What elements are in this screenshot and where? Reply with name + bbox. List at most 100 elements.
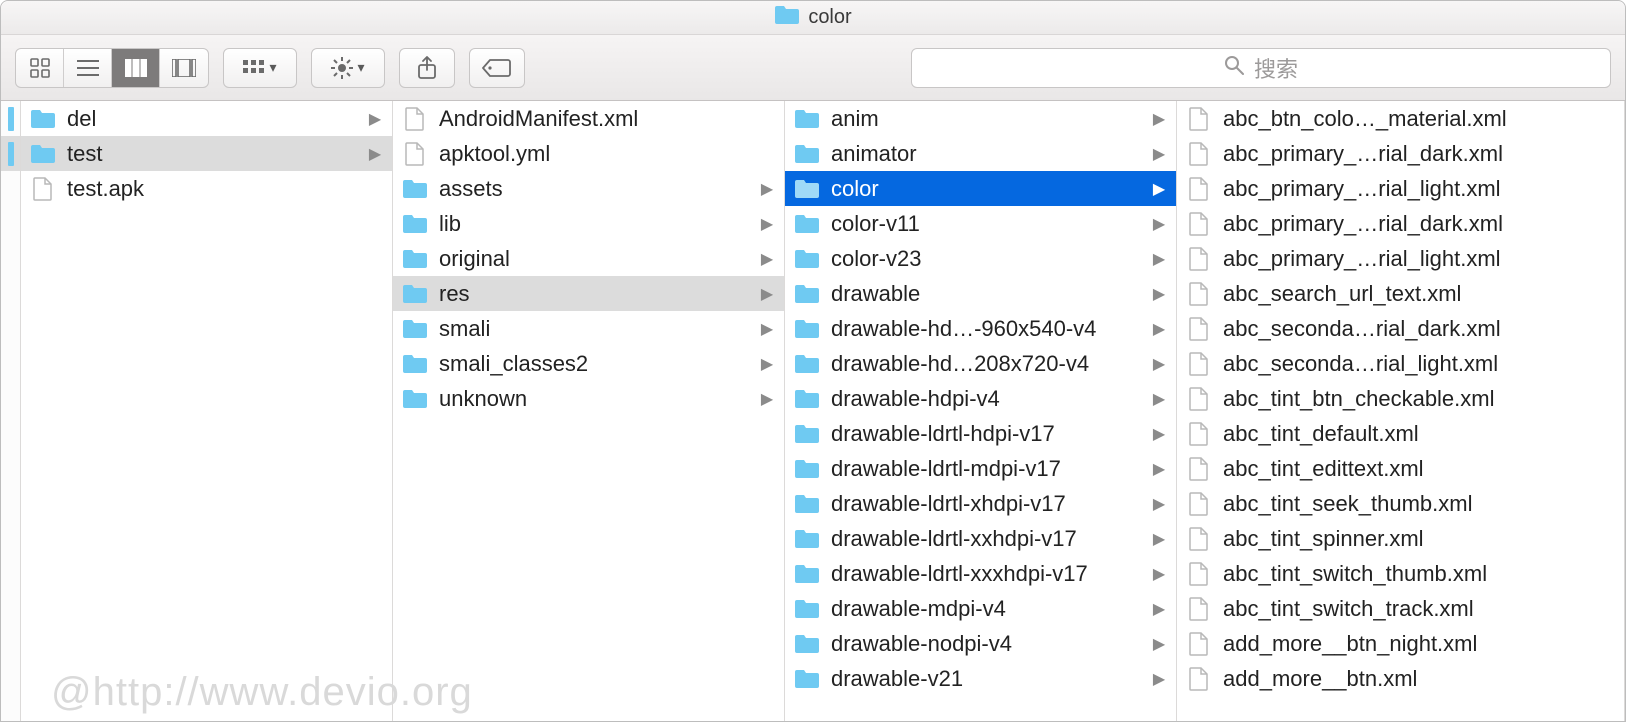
item-label: drawable-hd…-960x540-v4: [831, 316, 1142, 342]
folder-icon: [401, 389, 429, 409]
list-item[interactable]: drawable-ldrtl-xhdpi-v17▶: [785, 486, 1176, 521]
chevron-right-icon: ▶: [1152, 599, 1166, 619]
list-item[interactable]: animator▶: [785, 136, 1176, 171]
list-item[interactable]: add_more__btn_night.xml: [1177, 626, 1624, 661]
list-item[interactable]: abc_primary_…rial_dark.xml: [1177, 206, 1624, 241]
item-label: add_more__btn.xml: [1223, 666, 1614, 692]
item-label: abc_tint_default.xml: [1223, 421, 1614, 447]
folder-icon: [401, 249, 429, 269]
file-icon: [1185, 632, 1213, 656]
list-item[interactable]: AndroidManifest.xml: [393, 101, 784, 136]
list-item[interactable]: abc_tint_btn_checkable.xml: [1177, 381, 1624, 416]
file-icon: [1185, 562, 1213, 586]
item-label: drawable-hdpi-v4: [831, 386, 1142, 412]
list-item[interactable]: abc_tint_switch_thumb.xml: [1177, 556, 1624, 591]
item-label: color-v11: [831, 211, 1142, 237]
list-item[interactable]: abc_primary_…rial_light.xml: [1177, 171, 1624, 206]
list-item[interactable]: unknown▶: [393, 381, 784, 416]
chevron-right-icon: ▶: [1152, 354, 1166, 374]
item-label: abc_tint_edittext.xml: [1223, 456, 1614, 482]
chevron-right-icon: ▶: [1152, 249, 1166, 269]
list-item[interactable]: drawable-v21 ▶: [785, 661, 1176, 696]
list-item[interactable]: add_more__btn.xml: [1177, 661, 1624, 696]
tags-button[interactable]: [469, 48, 525, 88]
file-icon: [1185, 422, 1213, 446]
finder-window: color ▾ ▾: [0, 0, 1626, 722]
folder-icon: [793, 319, 821, 339]
list-item[interactable]: drawable-mdpi-v4 ▶: [785, 591, 1176, 626]
folder-icon: [793, 179, 821, 199]
list-item[interactable]: abc_tint_seek_thumb.xml: [1177, 486, 1624, 521]
folder-icon: [793, 109, 821, 129]
file-icon: [1185, 527, 1213, 551]
list-item[interactable]: color-v23▶: [785, 241, 1176, 276]
search-field[interactable]: 搜索: [911, 48, 1611, 88]
folder-icon: [401, 319, 429, 339]
list-view-button[interactable]: [64, 49, 112, 87]
file-icon: [1185, 387, 1213, 411]
item-label: drawable-nodpi-v4: [831, 631, 1142, 657]
list-item[interactable]: abc_tint_spinner.xml: [1177, 521, 1624, 556]
column-3[interactable]: anim▶animator▶color▶color-v11▶color-v23▶…: [785, 101, 1177, 721]
list-item[interactable]: lib▶: [393, 206, 784, 241]
chevron-right-icon: ▶: [1152, 669, 1166, 689]
file-icon: [401, 107, 429, 131]
list-item[interactable]: test.apk: [21, 171, 392, 206]
list-item[interactable]: drawable▶: [785, 276, 1176, 311]
tag-indicator: [1, 171, 20, 206]
gallery-view-button[interactable]: [160, 49, 208, 87]
chevron-down-icon: ▾: [269, 59, 276, 76]
list-item[interactable]: abc_tint_default.xml: [1177, 416, 1624, 451]
list-item[interactable]: smali▶: [393, 311, 784, 346]
list-item[interactable]: drawable-hdpi-v4▶: [785, 381, 1176, 416]
list-item[interactable]: del▶: [21, 101, 392, 136]
icon-view-button[interactable]: [16, 49, 64, 87]
chevron-right-icon: ▶: [1152, 214, 1166, 234]
column-browser: del▶test▶test.apk AndroidManifest.xmlapk…: [1, 101, 1625, 721]
column-view-button[interactable]: [112, 49, 160, 87]
file-icon: [1185, 247, 1213, 271]
list-item[interactable]: abc_primary_…rial_light.xml: [1177, 241, 1624, 276]
list-item[interactable]: test▶: [21, 136, 392, 171]
item-label: drawable-ldrtl-xxxhdpi-v17: [831, 561, 1142, 587]
chevron-right-icon: ▶: [1152, 144, 1166, 164]
item-label: drawable-v21: [831, 666, 1142, 692]
share-button[interactable]: [399, 48, 455, 88]
list-item[interactable]: drawable-ldrtl-xxhdpi-v17▶: [785, 521, 1176, 556]
chevron-right-icon: ▶: [1152, 459, 1166, 479]
file-icon: [29, 177, 57, 201]
item-label: res: [439, 281, 750, 307]
list-item[interactable]: abc_search_url_text.xml: [1177, 276, 1624, 311]
chevron-right-icon: ▶: [1152, 494, 1166, 514]
action-menu[interactable]: ▾: [311, 48, 385, 88]
list-item[interactable]: assets▶: [393, 171, 784, 206]
list-item[interactable]: drawable-ldrtl-xxxhdpi-v17▶: [785, 556, 1176, 591]
column-4[interactable]: abc_btn_colo…_material.xmlabc_primary_…r…: [1177, 101, 1625, 721]
list-item[interactable]: abc_seconda…rial_light.xml: [1177, 346, 1624, 381]
column-1[interactable]: del▶test▶test.apk: [21, 101, 393, 721]
list-item[interactable]: original▶: [393, 241, 784, 276]
list-item[interactable]: abc_tint_edittext.xml: [1177, 451, 1624, 486]
list-item[interactable]: drawable-ldrtl-hdpi-v17▶: [785, 416, 1176, 451]
column-2[interactable]: AndroidManifest.xmlapktool.ymlassets▶lib…: [393, 101, 785, 721]
list-item[interactable]: abc_seconda…rial_dark.xml: [1177, 311, 1624, 346]
list-item[interactable]: res▶: [393, 276, 784, 311]
list-item[interactable]: abc_btn_colo…_material.xml: [1177, 101, 1624, 136]
arrange-group[interactable]: ▾: [223, 48, 297, 88]
list-item[interactable]: anim▶: [785, 101, 1176, 136]
list-item[interactable]: abc_tint_switch_track.xml: [1177, 591, 1624, 626]
item-label: anim: [831, 106, 1142, 132]
list-item[interactable]: color▶: [785, 171, 1176, 206]
list-item[interactable]: drawable-hd…208x720-v4 ▶: [785, 346, 1176, 381]
list-item[interactable]: drawable-ldrtl-mdpi-v17▶: [785, 451, 1176, 486]
search-icon: [1224, 55, 1244, 81]
list-item[interactable]: drawable-nodpi-v4▶: [785, 626, 1176, 661]
list-item[interactable]: drawable-hd…-960x540-v4▶: [785, 311, 1176, 346]
list-item[interactable]: apktool.yml: [393, 136, 784, 171]
list-item[interactable]: smali_classes2▶: [393, 346, 784, 381]
list-item[interactable]: abc_primary_…rial_dark.xml: [1177, 136, 1624, 171]
list-item[interactable]: color-v11 ▶: [785, 206, 1176, 241]
item-label: drawable-hd…208x720-v4: [831, 351, 1142, 377]
item-label: drawable-mdpi-v4: [831, 596, 1142, 622]
chevron-right-icon: ▶: [760, 214, 774, 234]
